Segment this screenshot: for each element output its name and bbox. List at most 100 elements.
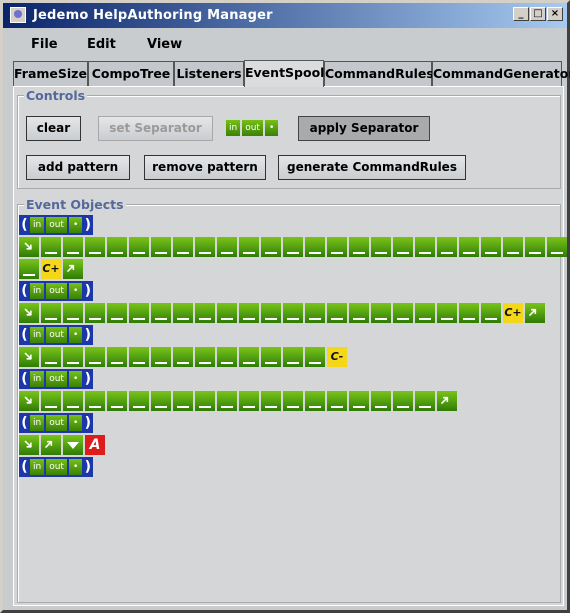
tab-commandgenerator[interactable]: CommandGenerator [432,61,570,86]
event-token-drag-icon[interactable] [239,303,259,323]
event-token-drag-icon[interactable] [151,347,171,367]
remove-pattern-button[interactable]: remove pattern [144,155,266,180]
event-token-drag-icon[interactable] [305,391,325,411]
event-token-drag-icon[interactable] [151,237,171,257]
event-token-drag-icon[interactable] [85,237,105,257]
maximize-button[interactable]: □ [530,7,546,21]
tab-listeners[interactable]: Listeners [174,61,244,86]
event-token-drag-icon[interactable] [327,391,347,411]
apply-separator-button[interactable]: apply Separator [298,116,430,141]
event-token-drag-icon[interactable] [503,237,523,257]
event-token-drag-icon[interactable] [393,391,413,411]
tab-compotree[interactable]: CompoTree [88,61,174,86]
event-token-drag-icon[interactable] [107,237,127,257]
event-token-drag-icon[interactable] [371,303,391,323]
event-token-drag-icon[interactable] [195,391,215,411]
event-token-drag-icon[interactable] [327,237,347,257]
event-token-drag-icon[interactable] [415,237,435,257]
event-token-drag-icon[interactable] [129,347,149,367]
tab-commandrules[interactable]: CommandRules [324,61,434,86]
event-token-drag-icon[interactable] [547,237,567,257]
event-token-drag-icon[interactable] [305,347,325,367]
tab-eventspool[interactable]: EventSpool [244,60,324,87]
event-token-drag-icon[interactable] [151,303,171,323]
event-token-drag-icon[interactable] [217,237,237,257]
event-token-drag-icon[interactable] [349,391,369,411]
event-token-release-icon[interactable] [63,259,83,279]
event-token-drag-icon[interactable] [415,303,435,323]
event-token-drag-icon[interactable] [107,391,127,411]
event-token-release-icon[interactable] [41,435,61,455]
event-token-drag-icon[interactable] [85,391,105,411]
event-token-drag-icon[interactable] [129,303,149,323]
event-token-press-icon[interactable] [19,347,39,367]
event-token-drag-icon[interactable] [41,347,61,367]
event-token-drag-icon[interactable] [19,259,39,279]
event-token-drag-icon[interactable] [195,237,215,257]
event-token-drag-icon[interactable] [305,237,325,257]
event-token-modifier[interactable]: C- [327,347,347,367]
event-token-drag-icon[interactable] [481,237,501,257]
event-token-drag-icon[interactable] [415,391,435,411]
title-bar[interactable]: Jedemo HelpAuthoring Manager _ □ × [3,3,567,28]
event-token-drag-icon[interactable] [283,347,303,367]
event-token-drag-icon[interactable] [151,391,171,411]
event-token-drag-icon[interactable] [393,237,413,257]
separator-marker[interactable]: (in out •) [19,413,94,433]
set-separator-button[interactable]: set Separator [98,116,213,141]
event-token-drag-icon[interactable] [85,303,105,323]
event-token-release-icon[interactable] [525,303,545,323]
event-token-drag-icon[interactable] [41,391,61,411]
event-token-drag-icon[interactable] [173,347,193,367]
event-token-drag-icon[interactable] [459,237,479,257]
event-token-drag-icon[interactable] [437,237,457,257]
event-token-drag-icon[interactable] [239,237,259,257]
event-token-drag-icon[interactable] [129,237,149,257]
event-token-drag-icon[interactable] [85,347,105,367]
separator-marker[interactable]: (in out •) [19,369,94,389]
clear-button[interactable]: clear [26,116,81,141]
event-token-drag-icon[interactable] [217,303,237,323]
event-token-drag-icon[interactable] [459,303,479,323]
event-token-drag-icon[interactable] [261,303,281,323]
event-token-press-icon[interactable] [19,391,39,411]
menu-edit[interactable]: Edit [87,37,116,52]
event-token-drag-icon[interactable] [371,237,391,257]
event-token-press-icon[interactable] [19,303,39,323]
event-token-drag-icon[interactable] [63,303,83,323]
minimize-button[interactable]: _ [513,7,529,21]
event-token-drag-icon[interactable] [349,303,369,323]
event-token-drag-icon[interactable] [217,391,237,411]
event-token-release-icon[interactable] [437,391,457,411]
event-token-drag-icon[interactable] [349,237,369,257]
event-token-drag-icon[interactable] [63,347,83,367]
add-pattern-button[interactable]: add pattern [26,155,130,180]
event-token-drag-icon[interactable] [239,347,259,367]
event-token-drag-icon[interactable] [437,303,457,323]
event-token-drag-icon[interactable] [173,237,193,257]
event-token-drag-icon[interactable] [261,347,281,367]
event-token-key[interactable]: A [85,435,105,455]
event-token-drag-icon[interactable] [283,303,303,323]
generate-commandrules-button[interactable]: generate CommandRules [278,155,466,180]
event-token-drag-icon[interactable] [41,237,61,257]
event-token-drag-icon[interactable] [393,303,413,323]
event-token-press-icon[interactable] [19,435,39,455]
event-token-drag-icon[interactable] [239,391,259,411]
event-token-modifier[interactable]: C+ [41,259,61,279]
separator-marker[interactable]: (in out •) [19,457,94,477]
separator-marker[interactable]: (in out •) [19,325,94,345]
event-token-drag-icon[interactable] [217,347,237,367]
close-button[interactable]: × [547,7,563,21]
event-token-drag-icon[interactable] [195,347,215,367]
event-token-drag-icon[interactable] [129,391,149,411]
event-token-drag-icon[interactable] [261,391,281,411]
event-token-drag-icon[interactable] [63,237,83,257]
event-token-down-icon[interactable] [63,435,83,455]
event-token-drag-icon[interactable] [283,237,303,257]
menu-file[interactable]: File [31,37,58,52]
event-token-drag-icon[interactable] [481,303,501,323]
event-token-drag-icon[interactable] [525,237,545,257]
event-token-drag-icon[interactable] [173,303,193,323]
separator-marker[interactable]: (in out •) [19,215,94,235]
